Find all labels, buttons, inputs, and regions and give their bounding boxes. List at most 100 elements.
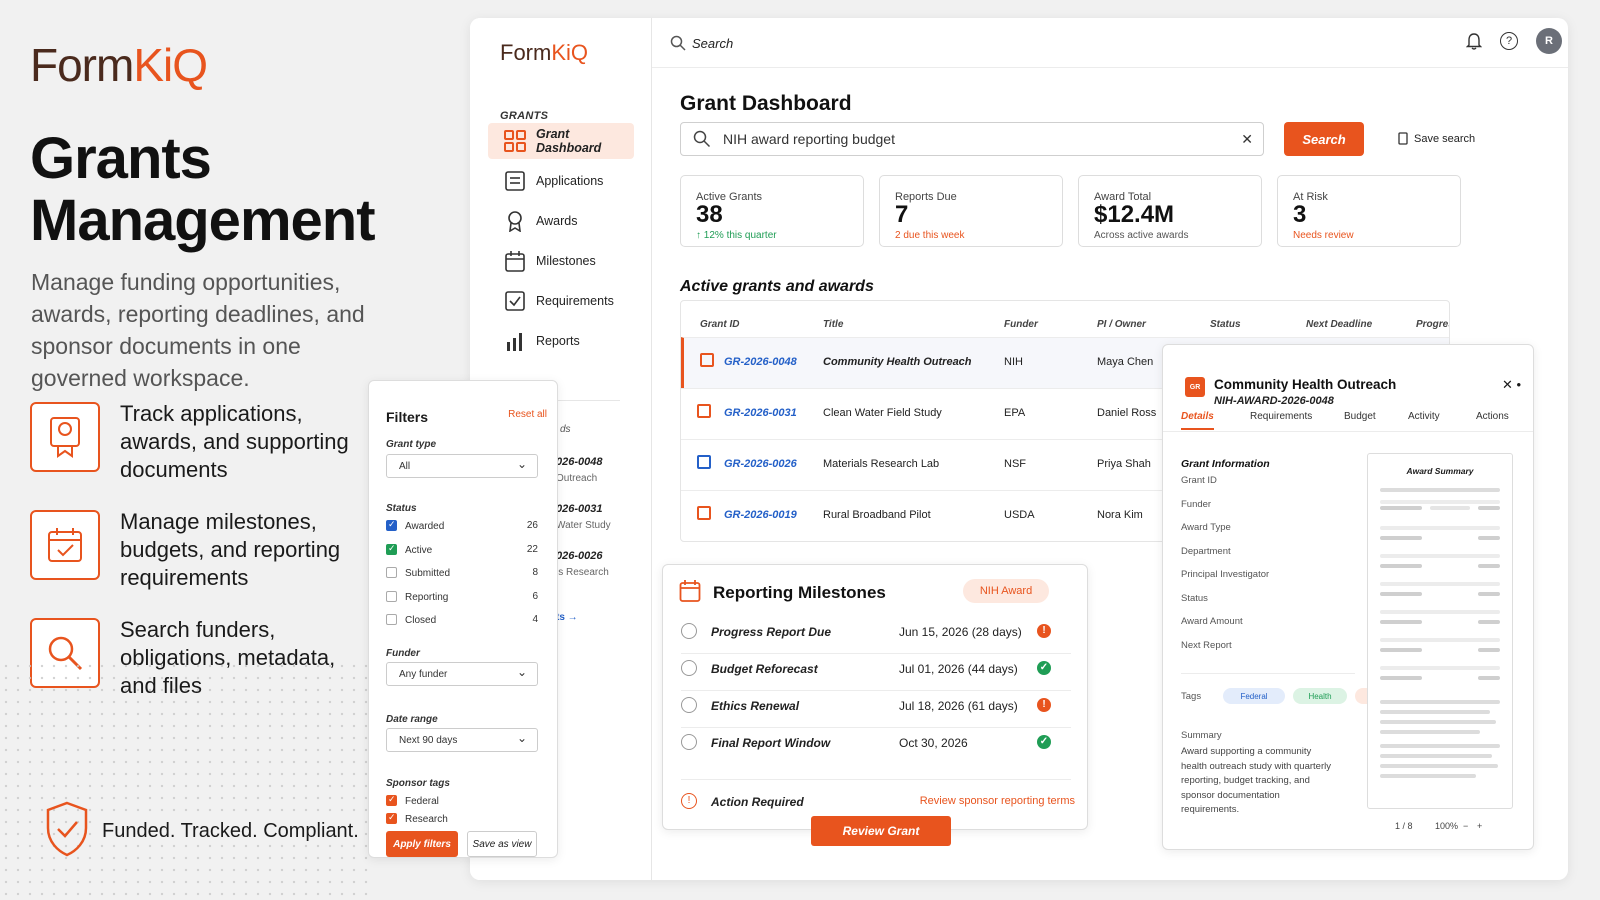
view-all-link[interactable]: ts → xyxy=(556,612,578,623)
check-icon: ✓ xyxy=(1037,661,1051,675)
recent-item-id[interactable]: 026-0026 xyxy=(556,550,603,562)
row-checkbox[interactable] xyxy=(697,404,711,418)
bell-icon[interactable] xyxy=(1465,32,1483,55)
award-icon xyxy=(508,211,522,232)
grant-owner: Daniel Ross xyxy=(1097,407,1157,419)
zoom-out-button[interactable]: − xyxy=(1463,821,1468,831)
field-label: Principal Investigator xyxy=(1181,569,1270,580)
milestone-circle[interactable] xyxy=(681,697,697,713)
grant-information-heading: Grant Information xyxy=(1181,458,1270,470)
checkbox[interactable] xyxy=(386,614,397,625)
row-checkbox[interactable] xyxy=(697,455,711,469)
sidebar-item-requirements[interactable]: Requirements xyxy=(488,283,634,319)
column-header[interactable]: Title xyxy=(823,319,843,330)
tag-health[interactable]: Health xyxy=(1293,688,1347,704)
row-checkbox[interactable] xyxy=(700,353,714,367)
search-button[interactable]: Search xyxy=(1284,122,1364,156)
status-checkbox-closed[interactable]: Closed 4 xyxy=(386,614,538,626)
milestone-circle[interactable] xyxy=(681,623,697,639)
milestone-circle[interactable] xyxy=(681,734,697,750)
award-summary-document[interactable]: Award Summary xyxy=(1367,453,1513,809)
filters-panel: Filters Reset all Grant type All Status … xyxy=(368,380,558,858)
column-header[interactable]: PI / Owner xyxy=(1097,319,1146,330)
row-checkbox[interactable] xyxy=(697,506,711,520)
checkbox[interactable] xyxy=(386,812,397,824)
column-header[interactable]: Funder xyxy=(1004,319,1038,330)
checkbox[interactable] xyxy=(386,519,397,531)
date-range-select[interactable]: Next 90 days xyxy=(386,728,538,752)
grant-id-link[interactable]: GR-2026-0031 xyxy=(724,407,797,419)
milestone-circle[interactable] xyxy=(681,660,697,676)
tag-checkbox-federal[interactable]: Federal xyxy=(386,794,538,807)
field-label: Department xyxy=(1181,546,1231,557)
avatar[interactable]: R xyxy=(1536,28,1562,54)
field-label: Funder xyxy=(1181,499,1212,510)
status-checkbox-active[interactable]: Active22 xyxy=(386,543,538,556)
funder-select[interactable]: Any funder xyxy=(386,662,538,686)
save-as-view-button[interactable]: Save as view xyxy=(467,831,537,857)
review-terms-link[interactable]: Review sponsor reporting terms xyxy=(920,795,1075,807)
grant-id-link[interactable]: GR-2026-0048 xyxy=(724,356,797,368)
close-icon[interactable]: ✕ • xyxy=(1502,377,1521,393)
review-grant-button[interactable]: Review Grant xyxy=(811,816,951,846)
recent-item-id[interactable]: 026-0048 xyxy=(556,456,603,468)
milestone-item[interactable]: Budget Reforecast Jul 01, 2026 (44 days)… xyxy=(681,654,1071,691)
grant-id-link[interactable]: GR-2026-0026 xyxy=(724,458,797,470)
status-label: Status xyxy=(386,503,417,514)
filters-title: Filters xyxy=(386,409,429,425)
search-input[interactable]: NIH award reporting budget ✕ xyxy=(680,122,1264,156)
sidebar-item-milestones[interactable]: Milestones xyxy=(488,243,634,279)
sidebar-item-awards[interactable]: Awards xyxy=(488,203,634,239)
tab-budget[interactable]: Budget xyxy=(1344,411,1376,422)
column-header[interactable]: Progress xyxy=(1416,319,1449,330)
tab-activity[interactable]: Activity xyxy=(1408,411,1440,422)
recent-item-id[interactable]: 026-0031 xyxy=(556,503,603,515)
grant-owner: Priya Shah xyxy=(1097,458,1151,470)
tag-federal[interactable]: Federal xyxy=(1223,688,1285,704)
sidebar-item-applications[interactable]: Applications xyxy=(488,163,634,199)
stat-sub: Across active awards xyxy=(1094,230,1189,241)
reset-all-link[interactable]: Reset all xyxy=(508,409,547,420)
tab-details[interactable]: Details xyxy=(1181,411,1214,430)
doc-line xyxy=(1380,592,1422,596)
tab-requirements[interactable]: Requirements xyxy=(1250,411,1312,422)
milestone-item[interactable]: Final Report Window Oct 30, 2026 ✓ xyxy=(681,728,1071,765)
doc-line xyxy=(1380,536,1422,540)
checkbox[interactable] xyxy=(386,543,397,555)
status-checkbox-reporting[interactable]: Reporting 6 xyxy=(386,591,538,603)
checkbox[interactable] xyxy=(386,591,397,602)
column-header[interactable]: Grant ID xyxy=(700,319,739,330)
clear-icon[interactable]: ✕ xyxy=(1241,131,1253,148)
milestone-item[interactable]: Progress Report Due Jun 15, 2026 (28 day… xyxy=(681,617,1071,654)
checkbox[interactable] xyxy=(386,567,397,578)
nih-award-badge: NIH Award xyxy=(963,579,1049,603)
doc-line xyxy=(1478,536,1500,540)
milestone-item[interactable]: Ethics Renewal Jul 18, 2026 (61 days) ! xyxy=(681,691,1071,728)
milestones-title: Reporting Milestones xyxy=(713,583,886,602)
document-title: Award Summary xyxy=(1406,466,1474,476)
shield-check-icon xyxy=(44,800,90,863)
sidebar-item-reports[interactable]: Reports xyxy=(488,323,634,359)
save-search-button[interactable]: Save search xyxy=(1398,132,1475,145)
zoom-in-button[interactable]: + xyxy=(1477,821,1482,831)
apply-filters-button[interactable]: Apply filters xyxy=(386,831,458,857)
column-header[interactable]: Next Deadline xyxy=(1306,319,1372,330)
sidebar-item-grant-dashboard[interactable]: Grant Dashboard xyxy=(488,123,634,159)
column-header[interactable]: Status xyxy=(1210,319,1241,330)
milestone-date: Jul 01, 2026 (44 days) xyxy=(899,662,1018,676)
doc-line xyxy=(1380,754,1492,758)
global-search[interactable]: Search xyxy=(670,35,733,51)
grant-details-panel: GR Community Health Outreach NIH-AWARD-2… xyxy=(1162,344,1534,850)
search-icon xyxy=(693,130,711,148)
grant-type-select[interactable]: All xyxy=(386,454,538,478)
checkbox[interactable] xyxy=(386,794,397,806)
tab-actions[interactable]: Actions xyxy=(1476,411,1509,422)
help-icon[interactable]: ? xyxy=(1500,32,1518,50)
grant-id-link[interactable]: GR-2026-0019 xyxy=(724,509,797,521)
tag-checkbox-research[interactable]: Research xyxy=(386,812,538,825)
sidebar-item-label: Requirements xyxy=(536,294,614,308)
field-label: Next Report xyxy=(1181,640,1232,651)
status-checkbox-submitted[interactable]: Submitted 8 xyxy=(386,567,538,579)
milestone-name: Ethics Renewal xyxy=(711,699,800,713)
status-checkbox-awarded[interactable]: Awarded26 xyxy=(386,519,538,532)
